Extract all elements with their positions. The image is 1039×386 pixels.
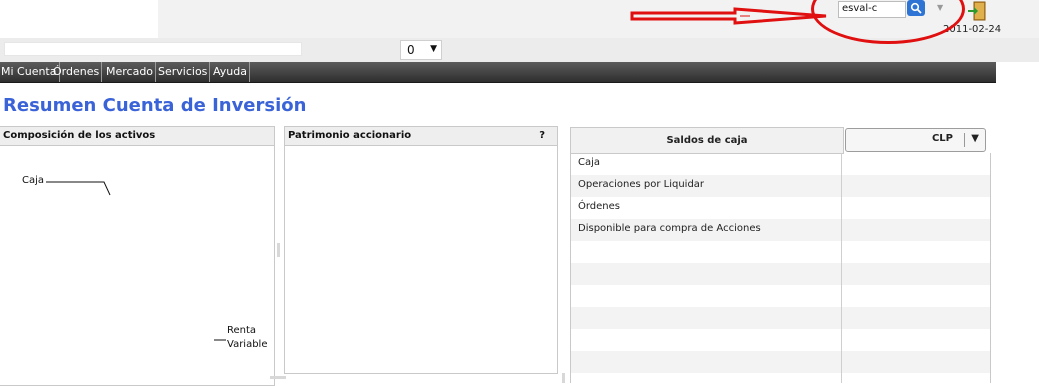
nav-servicios[interactable]: Servicios	[157, 62, 211, 82]
saldos-row-label: Disponible para compra de Acciones	[578, 223, 761, 234]
splitter-handle-right[interactable]	[562, 373, 565, 383]
composicion-panel: Composición de los activos Caja Renta Va…	[0, 126, 275, 386]
exit-icon[interactable]	[966, 0, 988, 22]
pie-label-renta: Renta	[227, 325, 257, 336]
currency-separator	[964, 133, 965, 147]
pie-label-variable: Variable	[227, 339, 268, 350]
saldos-row: Disponible para compra de Acciones	[571, 219, 990, 241]
nav-mi-cuenta[interactable]: Mi Cuenta	[0, 62, 60, 82]
pie-leader-caja	[46, 181, 111, 196]
patrimonio-title-text: Patrimonio accionario	[288, 130, 412, 141]
saldos-table: Caja Operaciones por Liquidar Órdenes Di…	[570, 153, 991, 383]
logo-area	[0, 0, 158, 38]
saldos-row-label: Caja	[578, 157, 601, 168]
empty-row	[571, 307, 990, 329]
currency-select[interactable]: CLP ▼	[845, 128, 986, 152]
quantity-select[interactable]: 0 ▼	[400, 40, 442, 60]
currency-value: CLP	[931, 133, 953, 144]
quantity-value: 0	[407, 43, 415, 57]
saldos-row-label: Órdenes	[578, 201, 621, 212]
main-nav: Mi Cuenta Órdenes Mercado Servicios Ayud…	[0, 62, 996, 83]
chevron-down-icon: ▼	[971, 133, 979, 144]
empty-row	[571, 285, 990, 307]
chevron-down-icon: ▼	[430, 44, 437, 54]
saldos-row: Órdenes	[571, 197, 990, 219]
right-gutter	[996, 82, 1039, 383]
pie-leader-renta	[214, 339, 226, 341]
help-icon[interactable]: ?	[539, 127, 545, 145]
saldos-row-label: Operaciones por Liquidar	[578, 179, 705, 190]
composicion-panel-title: Composición de los activos	[0, 127, 274, 146]
pie-label-caja: Caja	[22, 175, 45, 186]
splitter-handle-bottom[interactable]	[270, 376, 286, 379]
patrimonio-panel: Patrimonio accionario ?	[284, 126, 558, 374]
empty-row	[571, 351, 990, 373]
nav-mercado[interactable]: Mercado	[105, 62, 157, 82]
empty-row	[571, 329, 990, 351]
saldos-row: Caja	[571, 153, 990, 175]
empty-row	[571, 241, 990, 263]
saldos-header: Saldos de caja	[570, 127, 844, 154]
saldos-row: Operaciones por Liquidar	[571, 175, 990, 197]
saldos-column-divider	[841, 153, 842, 383]
patrimonio-panel-title: Patrimonio accionario ?	[285, 127, 557, 146]
nav-ayuda[interactable]: Ayuda	[212, 62, 250, 82]
ticker-field[interactable]	[4, 42, 302, 56]
nav-ordenes[interactable]: Órdenes	[52, 62, 103, 82]
page-title: Resumen Cuenta de Inversión	[3, 95, 307, 116]
annotation-arrow	[630, 7, 827, 25]
empty-row	[571, 263, 990, 285]
splitter-handle[interactable]	[277, 243, 280, 257]
